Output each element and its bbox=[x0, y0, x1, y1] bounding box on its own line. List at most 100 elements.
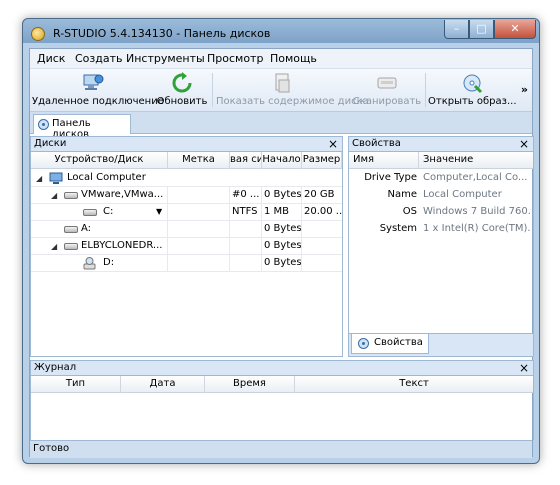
device-size: 20.00 ... bbox=[304, 206, 342, 217]
tree-row-drive-c[interactable]: C: ▼ NTFS 1 MB 20.00 ... bbox=[31, 204, 342, 221]
refresh-label: Обновить bbox=[156, 96, 208, 107]
device-size: 20 GB bbox=[304, 189, 335, 200]
property-name: System bbox=[379, 223, 417, 234]
scan-button[interactable]: Сканировать bbox=[352, 71, 422, 109]
properties-grid: Имя Значение Drive Type Computer,Local C… bbox=[348, 152, 534, 357]
remote-connect-button[interactable]: Удаленное подключение bbox=[32, 71, 164, 109]
collapse-arrow-icon[interactable]: ◢ bbox=[51, 242, 57, 251]
properties-pane-close-icon[interactable]: × bbox=[519, 137, 529, 151]
device-filesystem: NTFS bbox=[230, 204, 262, 221]
toolbar: Удаленное подключение Обновить Показать … bbox=[30, 69, 532, 112]
device-filesystem bbox=[230, 238, 262, 255]
remote-connect-label: Удаленное подключение bbox=[32, 96, 164, 107]
floppy-drive-icon bbox=[64, 226, 78, 233]
hard-drive-icon bbox=[64, 243, 78, 250]
property-value: 1 x Intel(R) Core(TM)... bbox=[423, 223, 531, 234]
log-pane-close-icon[interactable]: × bbox=[519, 361, 529, 375]
property-row[interactable]: OS Windows 7 Build 760... bbox=[349, 204, 533, 221]
tree-row-elbyclone-drive[interactable]: ◢ ELBYCLONEDR... 0 Bytes bbox=[31, 238, 342, 255]
column-name[interactable]: Имя bbox=[349, 152, 419, 169]
partition-icon bbox=[83, 209, 97, 216]
disks-tree-grid: Устройство/Диск Метка вая си Начало Разм… bbox=[30, 152, 343, 357]
device-name: Local Computer bbox=[67, 172, 146, 183]
toolbar-separator bbox=[425, 73, 426, 107]
properties-grid-header: Имя Значение bbox=[349, 152, 533, 169]
property-name: Drive Type bbox=[364, 172, 417, 183]
column-value[interactable]: Значение bbox=[419, 152, 533, 169]
tab-disk-panel[interactable]: Панель дисков bbox=[33, 114, 131, 140]
device-filesystem bbox=[230, 255, 262, 272]
menu-disk[interactable]: Диск bbox=[37, 52, 65, 65]
properties-pane-header: Свойства × bbox=[348, 136, 534, 152]
minimize-button[interactable]: – bbox=[444, 20, 469, 39]
status-bar: Готово bbox=[30, 440, 532, 458]
remote-computer-icon bbox=[83, 74, 104, 90]
device-name: D: bbox=[103, 255, 168, 272]
property-name: Name bbox=[387, 189, 417, 200]
hard-drive-icon bbox=[64, 192, 78, 199]
device-name: A: bbox=[81, 221, 168, 238]
column-filesystem[interactable]: вая си bbox=[230, 152, 262, 169]
disk-panel-icon bbox=[38, 119, 49, 130]
device-label bbox=[168, 255, 230, 272]
device-filesystem bbox=[230, 221, 262, 238]
tree-row-drive-a[interactable]: A: 0 Bytes bbox=[31, 221, 342, 238]
tree-row-drive-d[interactable]: D: 0 Bytes bbox=[31, 255, 342, 272]
collapse-arrow-icon[interactable]: ◢ bbox=[51, 191, 57, 200]
column-date[interactable]: Дата bbox=[121, 376, 205, 393]
log-grid: Тип Дата Время Текст bbox=[30, 376, 534, 440]
property-row[interactable]: Name Local Computer bbox=[349, 187, 533, 204]
open-image-icon bbox=[463, 74, 483, 94]
document-tabs: Панель дисков bbox=[30, 112, 532, 140]
device-label bbox=[168, 187, 230, 204]
log-pane-title: Журнал bbox=[34, 362, 77, 373]
column-size[interactable]: Размер bbox=[302, 152, 342, 169]
menu-view[interactable]: Просмотр bbox=[207, 52, 263, 65]
tab-properties-label: Свойства bbox=[374, 337, 423, 348]
window-title: R-STUDIO 5.4.134130 - Панель дисков bbox=[53, 27, 271, 40]
dropdown-arrow-icon[interactable]: ▼ bbox=[156, 207, 162, 216]
show-contents-label: Показать содержимое диска bbox=[216, 96, 369, 107]
property-value: Local Computer bbox=[423, 189, 502, 200]
tree-row-vmware-disk[interactable]: ◢ VMware,VMwa... #0 ... 0 Bytes 20 GB bbox=[31, 187, 342, 204]
column-start[interactable]: Начало bbox=[262, 152, 302, 169]
property-row[interactable]: Drive Type Computer,Local Co... bbox=[349, 170, 533, 187]
device-filesystem: #0 ... bbox=[230, 187, 262, 204]
client-area: Диск Создать Инструменты Просмотр Помощь… bbox=[29, 48, 534, 458]
column-type[interactable]: Тип bbox=[31, 376, 121, 393]
device-name: ELBYCLONEDR... bbox=[81, 238, 168, 255]
scanner-icon bbox=[377, 77, 397, 89]
computer-icon bbox=[49, 172, 63, 184]
open-image-label: Открыть образ... bbox=[428, 96, 517, 107]
tree-row-local-computer[interactable]: ◢ Local Computer bbox=[31, 170, 342, 187]
refresh-button[interactable]: Обновить bbox=[156, 71, 208, 109]
title-bar[interactable]: R-STUDIO 5.4.134130 - Панель дисков – □ … bbox=[23, 19, 539, 47]
column-label[interactable]: Метка bbox=[168, 152, 230, 169]
column-device[interactable]: Устройство/Диск bbox=[31, 152, 168, 169]
tab-properties[interactable]: Свойства bbox=[351, 334, 429, 354]
maximize-button[interactable]: □ bbox=[469, 20, 494, 39]
device-start: 0 Bytes bbox=[262, 221, 302, 238]
toolbar-overflow-button[interactable]: » bbox=[521, 83, 528, 96]
close-button[interactable]: ✕ bbox=[494, 20, 536, 39]
properties-pane-title: Свойства bbox=[352, 138, 401, 149]
optical-drive-icon bbox=[83, 257, 96, 270]
column-time[interactable]: Время bbox=[205, 376, 295, 393]
disks-pane-title: Диски bbox=[34, 138, 67, 149]
menu-help[interactable]: Помощь bbox=[270, 52, 317, 65]
disks-pane-close-icon[interactable]: × bbox=[328, 137, 338, 151]
device-label bbox=[168, 221, 230, 238]
property-value: Windows 7 Build 760... bbox=[423, 206, 531, 217]
refresh-icon bbox=[172, 72, 192, 93]
menu-create[interactable]: Создать bbox=[75, 52, 123, 65]
app-window: R-STUDIO 5.4.134130 - Панель дисков – □ … bbox=[22, 18, 540, 464]
column-text[interactable]: Текст bbox=[295, 376, 533, 393]
disks-pane-header: Диски × bbox=[30, 136, 343, 152]
show-contents-button[interactable]: Показать содержимое диска bbox=[216, 71, 369, 109]
collapse-arrow-icon[interactable]: ◢ bbox=[36, 174, 42, 183]
device-label bbox=[168, 238, 230, 255]
property-row[interactable]: System 1 x Intel(R) Core(TM)... bbox=[349, 221, 533, 238]
menu-tools[interactable]: Инструменты bbox=[126, 52, 205, 65]
open-image-button[interactable]: Открыть образ... bbox=[428, 71, 517, 109]
file-contents-icon bbox=[275, 73, 290, 93]
